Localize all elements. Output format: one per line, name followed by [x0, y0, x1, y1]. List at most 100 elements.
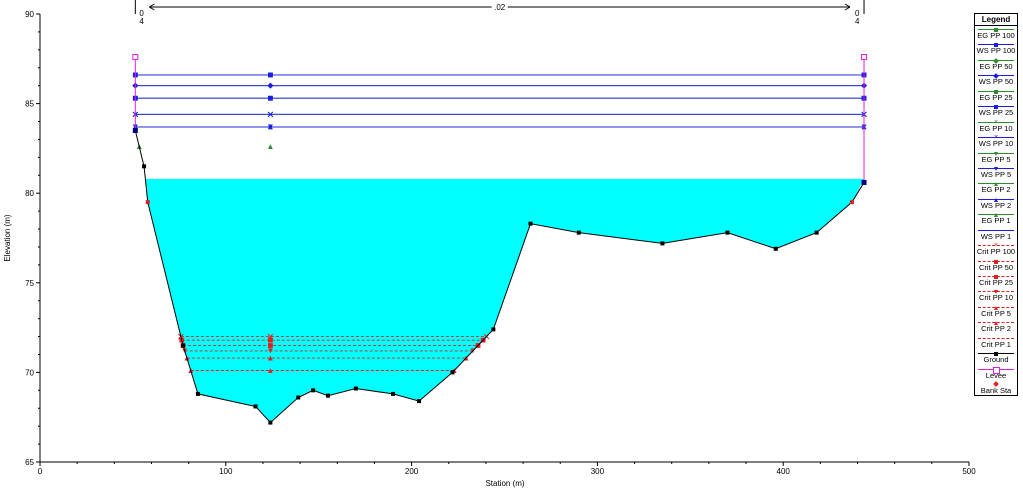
legend-title: Legend: [975, 14, 1017, 26]
legend-item: WS PP 2: [975, 196, 1017, 211]
levee-marker-0: [132, 54, 139, 61]
legend-item: WS PP 1: [975, 227, 1017, 242]
legend-item: Crit PP 1: [975, 335, 1017, 350]
ground-point-20: [814, 230, 819, 235]
ground-point-14: [491, 327, 496, 332]
profile-marker-mid-1: [267, 72, 273, 78]
y-tick-label-5: 90: [25, 10, 34, 19]
legend-item: EG PP 25: [975, 88, 1017, 103]
legend-item: EG PP 2: [975, 180, 1017, 195]
legend-symbol: [978, 151, 1014, 156]
levee-marker-1: [861, 54, 868, 61]
legend-item: Crit PP 50: [975, 258, 1017, 273]
legend-label: WS PP 1: [980, 231, 1012, 241]
bank-station-0: [145, 200, 150, 205]
legend-label: WS PP 100: [976, 46, 1016, 56]
ground-point-6: [268, 420, 273, 425]
ground-point-19: [773, 246, 778, 251]
legend-symbol: ×: [978, 119, 1014, 126]
legend-item: Crit PP 25: [975, 273, 1017, 288]
legend-symbol: [978, 259, 1014, 264]
legend-item: WS PP 50: [975, 72, 1017, 87]
legend-label: Bank Sta: [980, 386, 1012, 396]
legend-label: Levee: [985, 370, 1007, 380]
ground-point-4: [195, 391, 200, 396]
legend-label: Crit PP 100: [976, 247, 1016, 257]
legend-symbol: ×: [978, 242, 1014, 249]
legend-item: × WS PP 10: [975, 134, 1017, 149]
ground-point-7: [296, 395, 301, 400]
n-right-label-2: 4: [855, 17, 860, 26]
n-left-label-2: 4: [139, 17, 144, 26]
cross-section-plot: 0 100 200 300 400 500657075808590 0404.02 Sta…: [3, 0, 976, 488]
legend-symbol: [978, 166, 1014, 171]
legend-symbol: ×: [978, 134, 1014, 141]
ground-point-9: [325, 393, 330, 398]
x-tick-label-1: 100: [219, 467, 233, 476]
legend-item: Crit PP 10: [975, 288, 1017, 303]
legend-symbol: [978, 89, 1014, 94]
legend-item: WS PP 100: [975, 41, 1017, 56]
legend-symbol: [978, 229, 1014, 231]
legend-label: EG PP 50: [979, 61, 1013, 71]
ground-point-1: [142, 164, 147, 169]
legend-item: Crit PP 2: [975, 319, 1017, 334]
legend-symbol: [978, 197, 1014, 202]
x-tick-label-2: 200: [405, 467, 419, 476]
legend-label: WS PP 2: [980, 200, 1012, 210]
legend-symbol: [978, 352, 1014, 357]
legend-item: Crit PP 5: [975, 304, 1017, 319]
ground-point-11: [391, 391, 396, 396]
x-tick-label-0: 0: [38, 467, 43, 476]
legend-symbol: [978, 275, 1014, 279]
legend-label: WS PP 5: [980, 169, 1012, 179]
ground-point-17: [660, 241, 665, 246]
legend-symbol: [978, 43, 1014, 48]
profile-marker-mid-12: [267, 144, 273, 150]
profile-marker-mid-5: [267, 95, 273, 101]
y-tick-label-0: 65: [25, 458, 34, 467]
levee-toe-0: [132, 127, 138, 133]
legend-label: EG PP 5: [981, 154, 1011, 164]
legend-item: Bank Sta: [975, 381, 1017, 396]
legend-label: WS PP 50: [978, 77, 1014, 87]
legend-label: EG PP 1: [981, 216, 1011, 226]
legend-label: Crit PP 10: [978, 293, 1014, 303]
legend-item: EG PP 1: [975, 211, 1017, 226]
legend-symbol: [978, 337, 1014, 339]
legend-item: EG PP 5: [975, 150, 1017, 165]
legend-label: EG PP 10: [979, 123, 1013, 133]
legend-label: WS PP 10: [978, 139, 1014, 149]
legend-symbol: [978, 321, 1014, 326]
ground-point-15: [528, 221, 533, 226]
levee-toe-1: [861, 179, 867, 185]
y-tick-label-1: 70: [25, 368, 34, 377]
legend-symbol: [978, 105, 1014, 110]
legend-label: EG PP 100: [977, 31, 1015, 40]
legend-label: EG PP 2: [981, 185, 1011, 195]
ground-point-8: [311, 388, 316, 393]
x-tick-label-4: 400: [777, 467, 791, 476]
legend-symbol: [978, 213, 1014, 218]
ground-point-16: [576, 230, 581, 235]
legend-label: Crit PP 5: [981, 308, 1011, 318]
legend-item: × Crit PP 100: [975, 242, 1017, 257]
legend-label: Ground: [983, 355, 1009, 365]
legend-items: EG PP 100 WS PP 100 EG PP 50 WS PP 50 EG PP …: [975, 26, 1017, 397]
legend-label: WS PP 25: [978, 108, 1014, 118]
y-tick-label-2: 75: [25, 279, 34, 288]
y-axis-title: Elevation (m): [3, 214, 12, 261]
legend-symbol: [978, 28, 1014, 32]
n-value-label: .02: [494, 3, 506, 12]
profile-marker-mid-3: [267, 82, 274, 89]
profile-marker-mid-16: [267, 343, 273, 348]
y-tick-label-4: 85: [25, 100, 34, 109]
legend-symbol: [978, 366, 1014, 374]
water-fill: [145, 178, 865, 423]
y-tick-label-3: 80: [25, 189, 34, 198]
legend-item: WS PP 25: [975, 103, 1017, 118]
legend: Legend EG PP 100 WS PP 100 EG PP 50 WS PP 5…: [974, 13, 1018, 396]
ground-point-18: [725, 230, 730, 235]
legend-item: WS PP 5: [975, 165, 1017, 180]
legend-item: EG PP 100: [975, 26, 1017, 41]
